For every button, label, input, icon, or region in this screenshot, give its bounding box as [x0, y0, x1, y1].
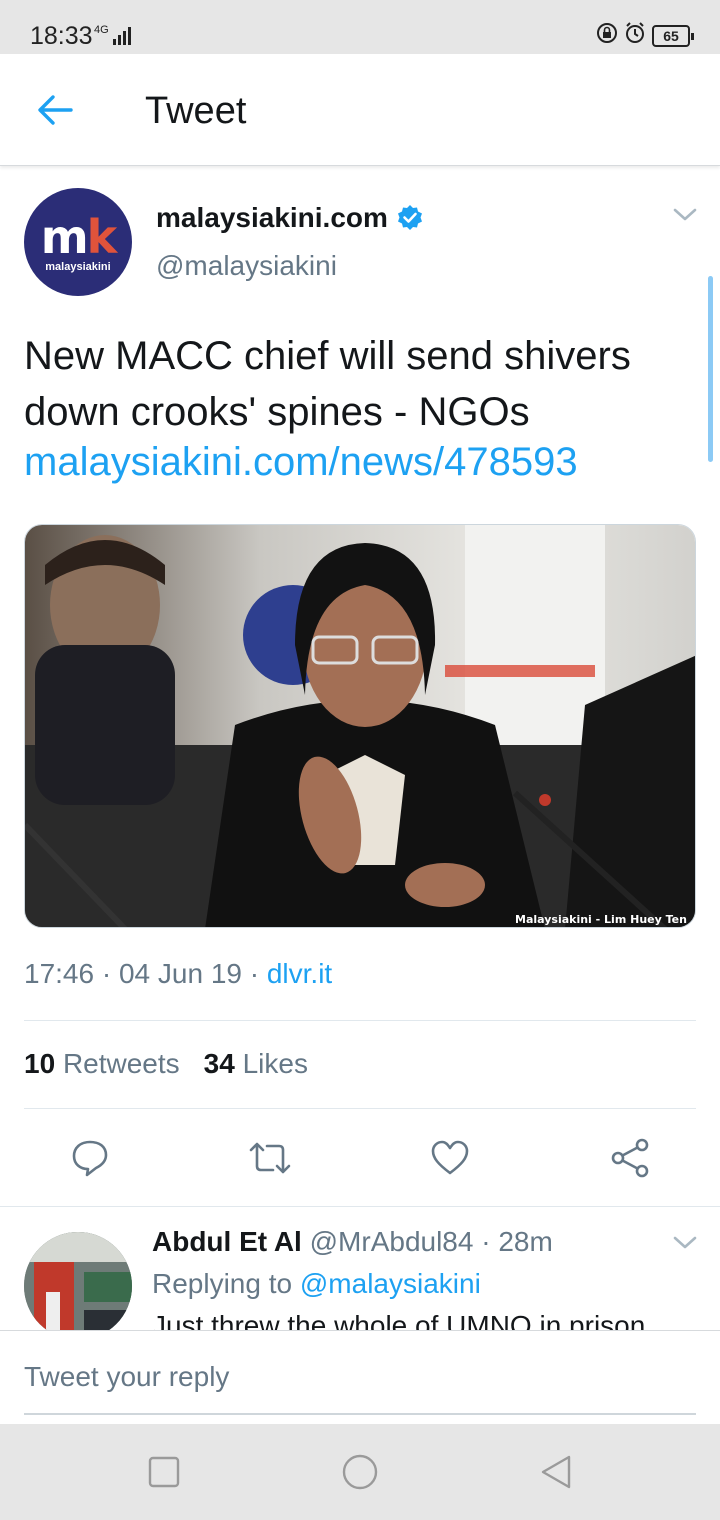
- avatar-photo: [24, 1232, 132, 1340]
- like-button[interactable]: [428, 1136, 472, 1180]
- home-button[interactable]: [340, 1452, 380, 1492]
- tweet-stats: 10 Retweets 34 Likes: [24, 1048, 308, 1080]
- circle-icon: [342, 1454, 378, 1490]
- share-button[interactable]: [608, 1136, 652, 1180]
- verified-badge-icon: [397, 205, 422, 230]
- retweets-label: Retweets: [62, 1048, 180, 1079]
- divider: [24, 1108, 696, 1109]
- back-nav-button[interactable]: [536, 1452, 576, 1492]
- divider: [0, 1206, 720, 1207]
- retweets-stat[interactable]: 10 Retweets: [24, 1048, 180, 1080]
- tweet-meta: 17:46 · 04 Jun 19 · dlvr.it: [24, 958, 333, 989]
- likes-label: Likes: [242, 1048, 308, 1079]
- reply-author-avatar[interactable]: [24, 1232, 132, 1340]
- reply-composer: Tweet your reply: [0, 1330, 720, 1424]
- replying-mention[interactable]: @malaysiakini: [300, 1268, 481, 1299]
- reply-display-name[interactable]: Abdul Et Al: [152, 1226, 302, 1257]
- alarm-icon: [624, 22, 646, 49]
- reply-button[interactable]: [68, 1136, 112, 1180]
- triangle-back-icon: [541, 1455, 571, 1489]
- reply-options-button[interactable]: [670, 1232, 700, 1257]
- tweet-time: 17:46: [24, 958, 95, 989]
- photo-illustration: Malaysiakini - Lim Huey Ten: [25, 525, 695, 927]
- replying-to-line: Replying to @malaysiakini: [152, 1268, 481, 1300]
- back-button[interactable]: [30, 88, 80, 132]
- chevron-down-icon: [673, 1236, 697, 1249]
- author-avatar[interactable]: mk malaysiakini: [24, 188, 132, 296]
- tweet-action-bar: [0, 1136, 720, 1180]
- author-name-row[interactable]: malaysiakini.com: [156, 202, 424, 234]
- divider: [24, 1020, 696, 1021]
- battery-icon: 65: [652, 24, 694, 47]
- share-icon: [611, 1138, 649, 1178]
- scroll-indicator[interactable]: [708, 276, 713, 462]
- reply-author-line[interactable]: Abdul Et Al @MrAbdul84 · 28m: [152, 1226, 553, 1258]
- status-time: 18:33: [30, 22, 93, 50]
- author-handle[interactable]: @malaysiakini: [156, 250, 337, 282]
- retweet-button[interactable]: [248, 1136, 292, 1180]
- replying-prefix: Replying to: [152, 1268, 293, 1299]
- avatar-logo: mk: [40, 210, 118, 264]
- arrow-left-icon: [38, 95, 73, 125]
- tweet-options-button[interactable]: [670, 204, 700, 229]
- avatar-label: malaysiakini: [45, 261, 111, 273]
- retweet-icon: [249, 1142, 291, 1174]
- reply-handle[interactable]: @MrAbdul84: [310, 1226, 474, 1257]
- author-display-name[interactable]: malaysiakini.com: [156, 202, 388, 234]
- likes-stat[interactable]: 34 Likes: [204, 1048, 308, 1080]
- tweet-date: 04 Jun 19: [118, 958, 242, 989]
- reply-icon: [72, 1140, 108, 1177]
- network-type: 4G: [94, 24, 109, 36]
- signal-icon: [113, 27, 133, 50]
- retweets-count: 10: [24, 1048, 56, 1079]
- system-nav-bar: [0, 1424, 720, 1520]
- chevron-down-icon: [673, 208, 697, 221]
- reply-input[interactable]: Tweet your reply: [24, 1361, 229, 1393]
- likes-count: 34: [203, 1048, 235, 1079]
- tweet-source-link[interactable]: dlvr.it: [267, 958, 332, 989]
- top-app-bar: Tweet: [0, 54, 720, 166]
- tweet-link[interactable]: malaysiakini.com/news/478593: [24, 440, 578, 485]
- media-caption: Malaysiakini - Lim Huey Ten: [515, 913, 687, 926]
- reply-time: 28m: [498, 1226, 553, 1257]
- page-title: Tweet: [145, 90, 247, 132]
- heart-icon: [431, 1140, 469, 1175]
- status-bar: 18:33 4G 65: [0, 0, 720, 54]
- recent-apps-button[interactable]: [144, 1452, 184, 1492]
- tweet-text: New MACC chief will send shivers down cr…: [24, 334, 631, 434]
- square-icon: [148, 1456, 180, 1488]
- tweet-media-image[interactable]: Malaysiakini - Lim Huey Ten: [24, 524, 696, 928]
- lock-rotation-icon: [596, 22, 618, 49]
- input-underline: [24, 1413, 696, 1415]
